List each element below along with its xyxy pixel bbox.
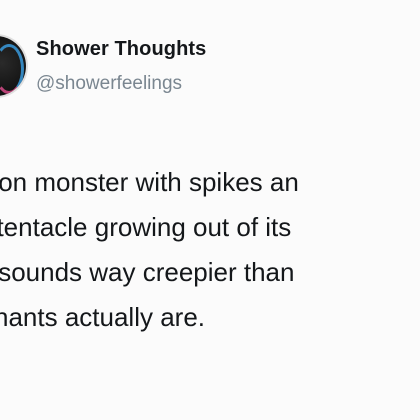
tweet-text-line: hants actually are. (0, 302, 206, 332)
display-name[interactable]: Shower Thoughts (36, 38, 206, 61)
tweet-text-line: ton monster with spikes an (0, 167, 299, 197)
tweet-card: Shower Thoughts @showerfeelings ton mons… (0, 0, 420, 420)
tweet-text: ton monster with spikes an t tentacle gr… (0, 160, 420, 340)
tweet-text-line: t tentacle growing out of its (0, 212, 292, 242)
user-handle[interactable]: @showerfeelings (36, 73, 182, 95)
avatar[interactable] (0, 36, 26, 96)
tweet-text-line: ' sounds way creepier than (0, 257, 295, 287)
avatar-logo-icon (0, 44, 24, 94)
